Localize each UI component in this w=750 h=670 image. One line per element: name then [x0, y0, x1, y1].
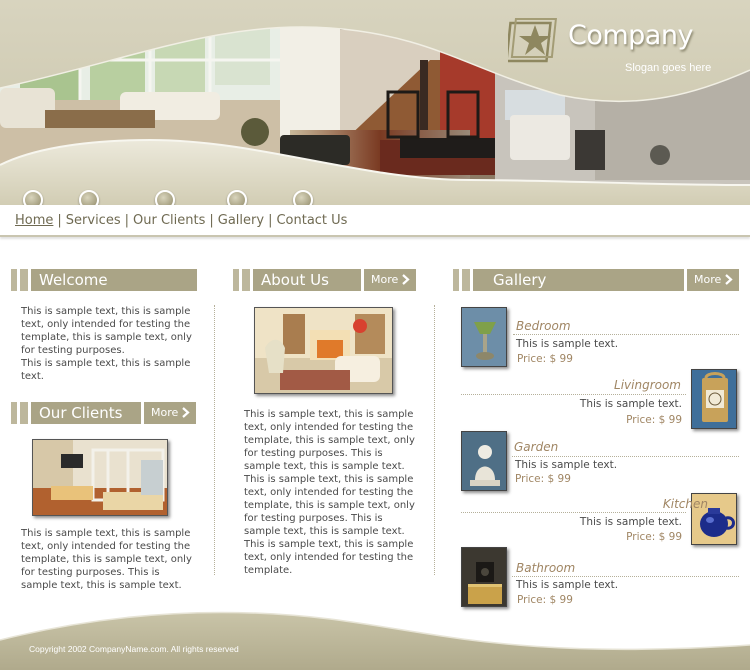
clients-bedroom-photo — [32, 439, 168, 516]
nav-our-clients[interactable]: Our Clients — [133, 213, 205, 228]
chevron-right-icon — [402, 274, 410, 285]
welcome-header: Welcome — [11, 269, 197, 291]
nav-separator: | — [124, 213, 129, 228]
gallery-item-divider — [512, 576, 739, 577]
clients-text: This is sample text, this is sample text… — [21, 528, 192, 591]
slogan: Slogan goes here — [625, 62, 712, 74]
column-divider — [434, 305, 435, 575]
about-text: This is sample text, this is sample text… — [244, 409, 415, 576]
chevron-right-icon — [182, 407, 190, 418]
gallery-item-title[interactable]: Bedroom — [516, 319, 571, 333]
gallery-item-title[interactable]: Livingroom — [614, 378, 681, 392]
more-label: More — [151, 406, 179, 419]
gallery-item-title[interactable]: Garden — [514, 440, 558, 454]
gallery-item-text: This is sample text. — [579, 516, 682, 528]
company-name: Company — [568, 20, 693, 51]
header-banner: Company Slogan goes here — [0, 0, 750, 205]
about-us-title: About Us — [253, 269, 361, 291]
gallery-item-divider — [512, 456, 739, 457]
nav-separator: | — [268, 213, 273, 228]
nav-services[interactable]: Services — [66, 213, 121, 228]
garden-thumbnail[interactable] — [461, 431, 507, 491]
our-clients-title: Our Clients — [31, 402, 141, 424]
gallery-item-price: Price: $ 99 — [517, 353, 573, 365]
about-us-header: About Us — [233, 269, 363, 291]
footer-wave — [0, 611, 750, 670]
bathroom-thumbnail[interactable] — [461, 547, 507, 607]
gallery-item-price: Price: $ 99 — [626, 414, 682, 426]
gallery-item-text: This is sample text. — [516, 338, 619, 350]
gallery-item-text: This is sample text. — [579, 398, 682, 410]
nav-home[interactable]: Home — [15, 213, 53, 228]
star-logo-icon — [508, 18, 557, 63]
livingroom-thumbnail[interactable] — [691, 369, 737, 429]
gallery-item-price: Price: $ 99 — [515, 473, 571, 485]
welcome-title: Welcome — [31, 269, 197, 291]
gallery-item-title[interactable]: Kitchen — [663, 497, 708, 511]
chevron-right-icon — [725, 274, 733, 285]
nav-separator: | — [209, 213, 214, 228]
gallery-item-price: Price: $ 99 — [626, 531, 682, 543]
more-label: More — [371, 273, 399, 286]
gallery-item-divider — [461, 394, 686, 395]
nav-separator: | — [57, 213, 62, 228]
more-label: More — [694, 273, 722, 286]
gallery-header: Gallery — [453, 269, 685, 291]
gallery-item-divider — [461, 512, 686, 513]
nav-contact-us[interactable]: Contact Us — [276, 213, 347, 228]
column-divider — [214, 305, 215, 575]
gallery-item-text: This is sample text. — [515, 459, 618, 471]
gallery-item-title[interactable]: Bathroom — [516, 561, 575, 575]
welcome-text: This is sample text, this is sample text… — [21, 306, 192, 382]
nav-gallery[interactable]: Gallery — [218, 213, 264, 228]
gallery-more-button[interactable]: More — [687, 269, 739, 291]
gallery-item-text: This is sample text. — [516, 579, 619, 591]
our-clients-more-button[interactable]: More — [144, 402, 196, 424]
about-living-room-photo — [254, 307, 393, 394]
bedroom-thumbnail[interactable] — [461, 307, 507, 367]
copyright-text: Copyright 2002 CompanyName.com. All righ… — [29, 644, 239, 654]
gallery-item-divider — [513, 334, 739, 335]
main-nav: Home | Services | Our Clients | Gallery | Contac… — [0, 205, 750, 237]
gallery-title: Gallery — [473, 269, 684, 291]
footer: Copyright 2002 CompanyName.com. All righ… — [0, 605, 750, 670]
about-us-more-button[interactable]: More — [364, 269, 416, 291]
